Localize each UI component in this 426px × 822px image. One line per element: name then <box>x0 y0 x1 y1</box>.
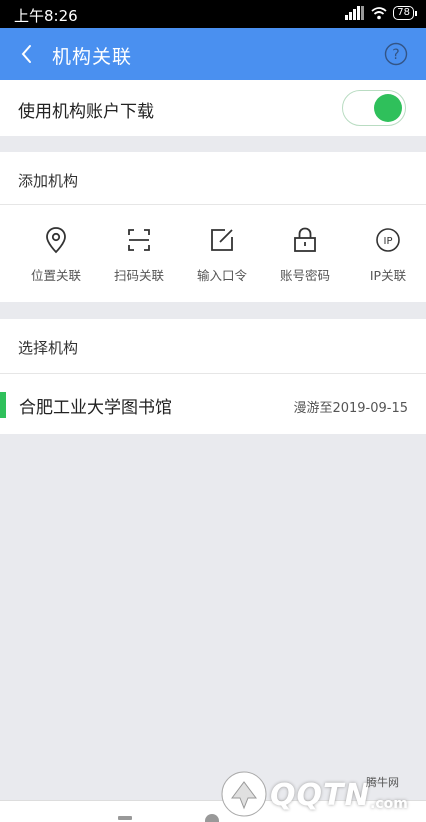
action-passcode[interactable]: 输入口令 <box>182 225 262 284</box>
chevron-left-icon[interactable] <box>12 39 42 69</box>
status-time: 上午8:26 <box>14 7 78 25</box>
toggle-knob <box>374 94 402 122</box>
action-label: 输入口令 <box>196 268 247 283</box>
institution-name: 合肥工业大学图书馆 <box>19 398 172 418</box>
action-account[interactable]: 账号密码 <box>265 225 345 284</box>
add-actions: 位置关联 扫码关联 输入口令 账号密码 IP IP关联 <box>0 225 426 284</box>
download-toggle-switch[interactable] <box>342 90 406 126</box>
ip-icon: IP <box>376 228 400 252</box>
action-scan[interactable]: 扫码关联 <box>99 225 179 284</box>
action-ip[interactable]: IP IP关联 <box>348 225 426 284</box>
status-icons: 78 <box>345 6 417 20</box>
select-institution-section: 选择机构 合肥工业大学图书馆 漫游至2019-09-15 <box>0 319 426 434</box>
watermark: QQTN 腾牛网 .com <box>218 766 418 822</box>
action-label: 位置关联 <box>30 268 81 283</box>
svg-text:?: ? <box>392 47 399 63</box>
institution-row[interactable]: 合肥工业大学图书馆 漫游至2019-09-15 <box>0 374 426 434</box>
signal-icon <box>345 6 365 20</box>
scan-icon <box>128 229 150 251</box>
selected-indicator <box>0 392 6 418</box>
action-label: 账号密码 <box>279 268 330 283</box>
location-pin-icon <box>46 227 66 254</box>
status-bar: 上午8:26 78 <box>0 0 426 28</box>
action-label: IP关联 <box>369 268 407 283</box>
watermark-logo-icon <box>221 771 267 817</box>
watermark-brand: QQTN <box>270 778 371 813</box>
divider <box>0 204 426 205</box>
institution-roaming-date: 漫游至2019-09-15 <box>293 401 408 416</box>
select-section-title: 选择机构 <box>18 339 79 357</box>
add-section-title: 添加机构 <box>18 172 79 190</box>
watermark-brand-cn: 腾牛网 <box>366 776 399 789</box>
svg-text:IP: IP <box>384 236 393 247</box>
edit-icon <box>211 229 233 251</box>
watermark-domain: .com <box>370 796 408 812</box>
wifi-icon <box>371 6 387 19</box>
app-bar: 机构关联 ? <box>0 28 426 80</box>
action-location[interactable]: 位置关联 <box>16 225 96 284</box>
download-toggle-row: 使用机构账户下载 <box>0 80 426 136</box>
battery-icon: 78 <box>393 6 417 20</box>
lock-icon <box>294 227 316 252</box>
question-circle-icon[interactable]: ? <box>384 42 408 66</box>
nav-icon[interactable] <box>118 816 132 820</box>
download-toggle-label: 使用机构账户下载 <box>18 102 154 122</box>
nav-icon[interactable] <box>205 814 219 822</box>
page-title: 机构关联 <box>52 46 133 68</box>
action-label: 扫码关联 <box>113 268 164 283</box>
